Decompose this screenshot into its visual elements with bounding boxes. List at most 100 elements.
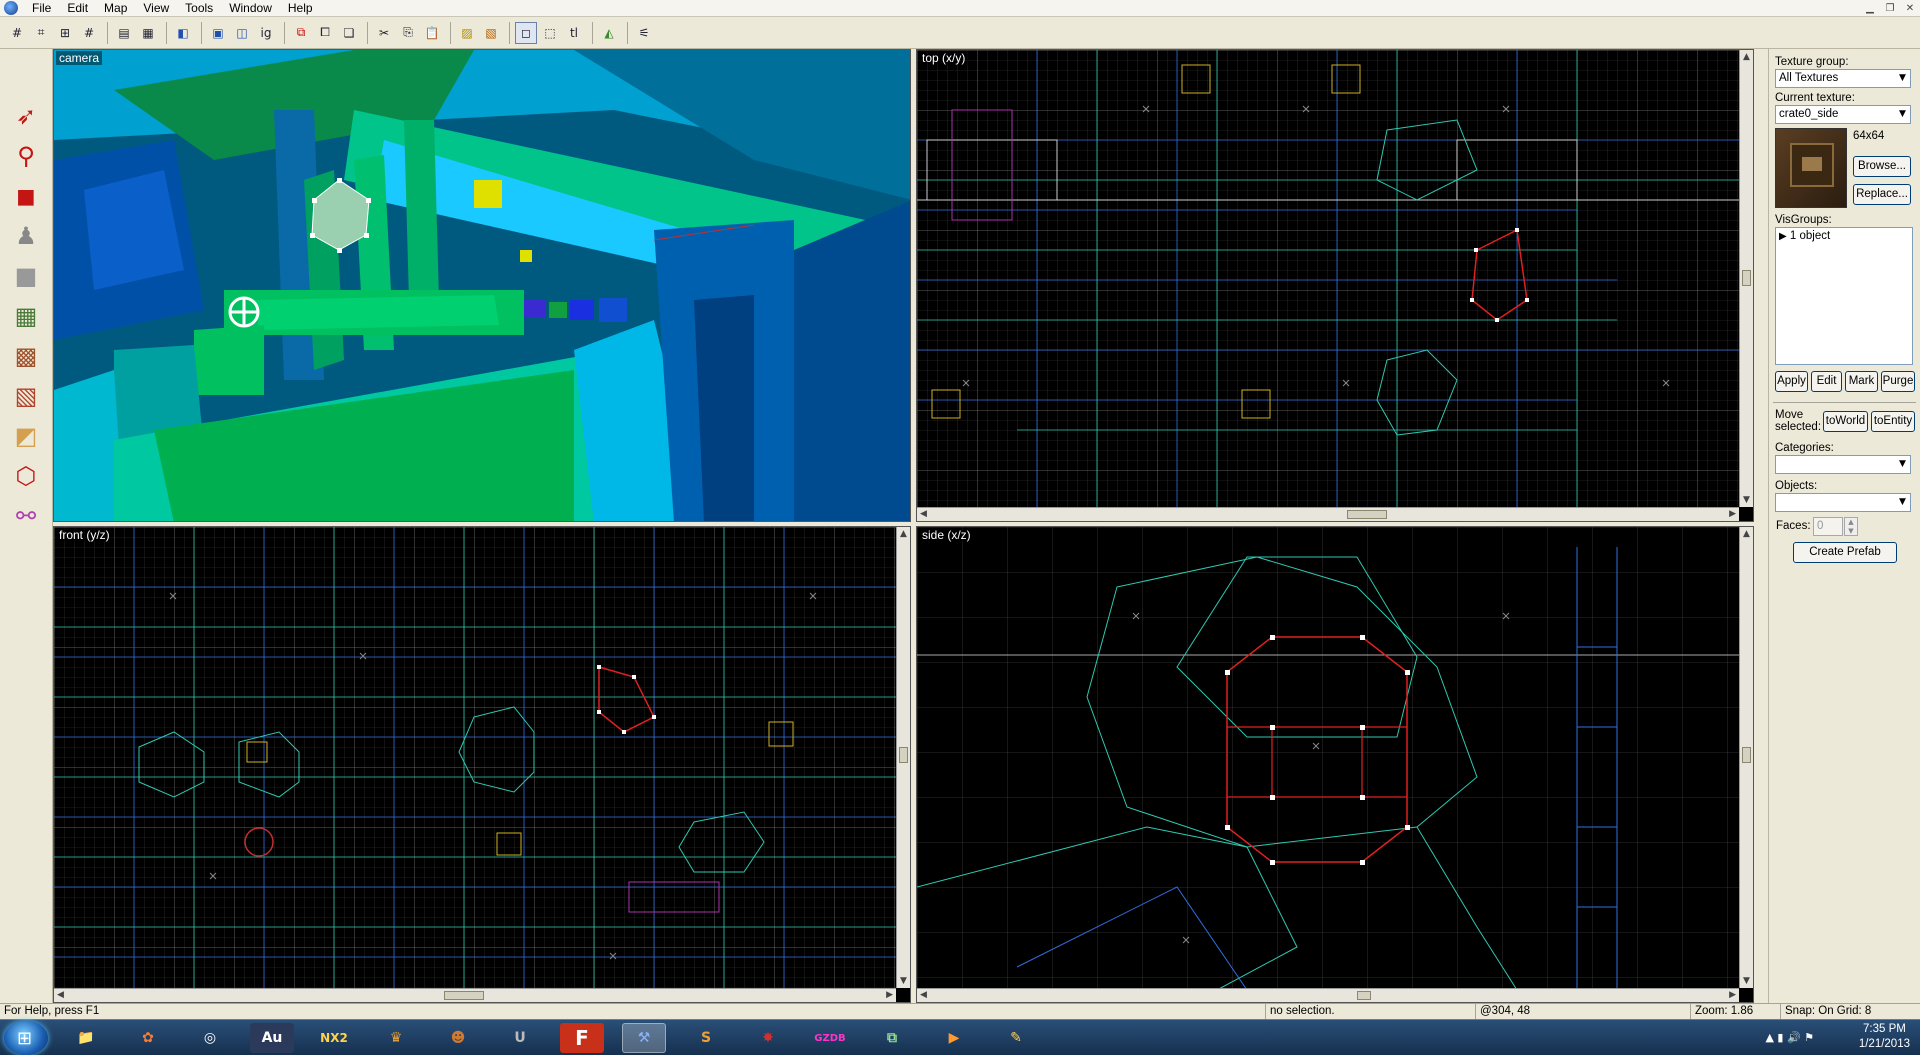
- smaller-grid-icon[interactable]: ⊞: [54, 22, 76, 44]
- taskbar-game-b-icon[interactable]: ☻: [436, 1023, 480, 1053]
- front-hscroll[interactable]: ◀ ▶: [54, 988, 896, 1002]
- edit-button[interactable]: Edit: [1811, 371, 1842, 392]
- magnify-tool-icon[interactable]: ⚲: [6, 139, 46, 173]
- texture-application-icon[interactable]: ▦: [6, 299, 46, 333]
- close-icon[interactable]: ✕: [1902, 1, 1918, 15]
- current-texture-select[interactable]: crate0_side ▼: [1775, 105, 1911, 124]
- visgroup-checkbox-icon[interactable]: ▶: [1779, 231, 1787, 242]
- categories-select[interactable]: ▼: [1775, 455, 1911, 474]
- taskbar-network-icon[interactable]: ⧉: [870, 1023, 914, 1053]
- scroll-thumb[interactable]: [1347, 510, 1387, 519]
- taskbar-explorer-icon[interactable]: 📁: [64, 1023, 108, 1053]
- menu-window[interactable]: Window: [221, 0, 280, 17]
- texture-group-select[interactable]: All Textures ▼: [1775, 69, 1911, 88]
- menu-map[interactable]: Map: [96, 0, 135, 17]
- taskbar-ecomponent-icon[interactable]: ✿: [126, 1023, 170, 1053]
- block-tool-icon[interactable]: ■: [6, 259, 46, 293]
- save-window-state-icon[interactable]: ▦: [137, 22, 159, 44]
- taskbar-unreal-icon[interactable]: U: [498, 1023, 542, 1053]
- cut-icon[interactable]: ✂: [373, 22, 395, 44]
- chevron-down-icon[interactable]: ▼: [1895, 70, 1910, 87]
- 3d-grid-icon[interactable]: ⌗: [30, 22, 52, 44]
- copy-icon[interactable]: ⎘: [397, 22, 419, 44]
- replace-button[interactable]: Replace...: [1853, 184, 1911, 205]
- toggle-texture-icon[interactable]: tl: [563, 22, 585, 44]
- menu-help[interactable]: Help: [280, 0, 321, 17]
- taskbar-nx2-icon[interactable]: NX2: [312, 1023, 356, 1053]
- chevron-down-icon[interactable]: ▼: [1895, 494, 1910, 511]
- top-hscroll[interactable]: ◀ ▶: [917, 507, 1739, 521]
- hollow-icon[interactable]: ◫: [231, 22, 253, 44]
- taskbar-hammer-icon[interactable]: ⚒: [622, 1023, 666, 1053]
- top-vscroll[interactable]: ▲ ▼: [1739, 50, 1753, 507]
- taskbar-game-a-icon[interactable]: ♛: [374, 1023, 418, 1053]
- camera-viewport[interactable]: camera: [53, 49, 911, 522]
- chevron-down-icon[interactable]: ▼: [1895, 106, 1910, 123]
- chevron-down-icon[interactable]: ▼: [1895, 456, 1910, 473]
- paste-icon[interactable]: 📋: [421, 22, 443, 44]
- faces-stepper[interactable]: ▲ ▼: [1844, 517, 1858, 536]
- scroll-thumb[interactable]: [899, 747, 908, 763]
- compile-icon[interactable]: ◧: [172, 22, 194, 44]
- entity-tool-icon[interactable]: ♟: [6, 219, 46, 253]
- load-window-state-icon[interactable]: ▤: [113, 22, 135, 44]
- create-prefab-button[interactable]: Create Prefab: [1793, 542, 1897, 563]
- restore-icon[interactable]: ❐: [1882, 1, 1898, 15]
- front-vscroll[interactable]: ▲ ▼: [896, 527, 910, 988]
- start-button[interactable]: ⊞: [4, 1021, 48, 1055]
- taskbar-audition-icon[interactable]: Au: [250, 1023, 294, 1053]
- larger-grid-icon[interactable]: #: [78, 22, 100, 44]
- faces-input[interactable]: 0: [1813, 517, 1843, 536]
- selection-tool-icon[interactable]: ◻: [515, 21, 537, 44]
- apply-button[interactable]: Apply: [1775, 371, 1808, 392]
- clock-date[interactable]: 1/21/2013: [1859, 1037, 1910, 1052]
- scroll-thumb[interactable]: [1357, 991, 1371, 1000]
- browse-button[interactable]: Browse...: [1853, 156, 1911, 177]
- top-viewport[interactable]: top (x/y) ◀ ▶ ▲ ▼: [916, 49, 1754, 522]
- scroll-thumb[interactable]: [1742, 747, 1751, 763]
- selection-tool-icon[interactable]: ➶: [6, 99, 46, 133]
- side-vscroll[interactable]: ▲ ▼: [1739, 527, 1753, 988]
- taskbar-f-icon[interactable]: F: [560, 1023, 604, 1053]
- magnify-icon[interactable]: ⬚: [539, 22, 561, 44]
- app-icon[interactable]: [4, 1, 18, 15]
- apply-texture-icon[interactable]: ▩: [6, 339, 46, 373]
- menu-file[interactable]: File: [24, 0, 59, 17]
- carve-icon[interactable]: ▣: [207, 22, 229, 44]
- copy-window-icon[interactable]: ❏: [338, 22, 360, 44]
- grid-toggle-icon[interactable]: #: [6, 22, 28, 44]
- texture-lock-icon[interactable]: ▨: [456, 22, 478, 44]
- group-icon[interactable]: ig: [255, 22, 277, 44]
- taskbar-game-d-icon[interactable]: ✸: [746, 1023, 790, 1053]
- path-icon[interactable]: ⚟: [633, 22, 655, 44]
- objects-select[interactable]: ▼: [1775, 493, 1911, 512]
- taskbar-game-c-icon[interactable]: S: [684, 1023, 728, 1053]
- to-entity-button[interactable]: toEntity: [1871, 411, 1915, 432]
- side-hscroll[interactable]: ◀ ▶: [917, 988, 1739, 1002]
- menu-tools[interactable]: Tools: [177, 0, 221, 17]
- scroll-thumb[interactable]: [444, 991, 484, 1000]
- to-world-button[interactable]: toWorld: [1823, 411, 1868, 432]
- vertex-tool-icon[interactable]: ⬡: [6, 459, 46, 493]
- minimize-icon[interactable]: ▁: [1862, 1, 1878, 15]
- tray-icons[interactable]: ▲ ▮ 🔊 ⚑: [1765, 1030, 1814, 1045]
- front-viewport[interactable]: front (y/z) ◀ ▶ ▲ ▼: [53, 526, 911, 1003]
- mark-button[interactable]: Mark: [1845, 371, 1878, 392]
- visgroups-list[interactable]: ▶ 1 object: [1775, 227, 1913, 365]
- scroll-thumb[interactable]: [1742, 270, 1751, 286]
- undo-icon[interactable]: ⧠: [314, 22, 336, 44]
- clip-icon[interactable]: ◭: [598, 22, 620, 44]
- clip-tool-icon[interactable]: ◩: [6, 419, 46, 453]
- ungroup-icon[interactable]: ⧉: [290, 22, 312, 44]
- side-viewport[interactable]: side (x/z) ◀ ▶ ▲ ▼: [916, 526, 1754, 1003]
- purge-button[interactable]: Purge: [1881, 371, 1915, 392]
- taskbar-media-icon[interactable]: ▶: [932, 1023, 976, 1053]
- visgroup-item[interactable]: 1 object: [1790, 230, 1830, 242]
- decal-tool-icon[interactable]: ▧: [6, 379, 46, 413]
- menu-view[interactable]: View: [135, 0, 177, 17]
- texture-scale-lock-icon[interactable]: ▧: [480, 22, 502, 44]
- taskbar-gzdb-icon[interactable]: GZDB: [808, 1023, 852, 1053]
- clock-time[interactable]: 7:35 PM: [1859, 1022, 1910, 1037]
- camera-tool-icon[interactable]: ◼: [6, 179, 46, 213]
- taskbar-steam-icon[interactable]: ◎: [188, 1023, 232, 1053]
